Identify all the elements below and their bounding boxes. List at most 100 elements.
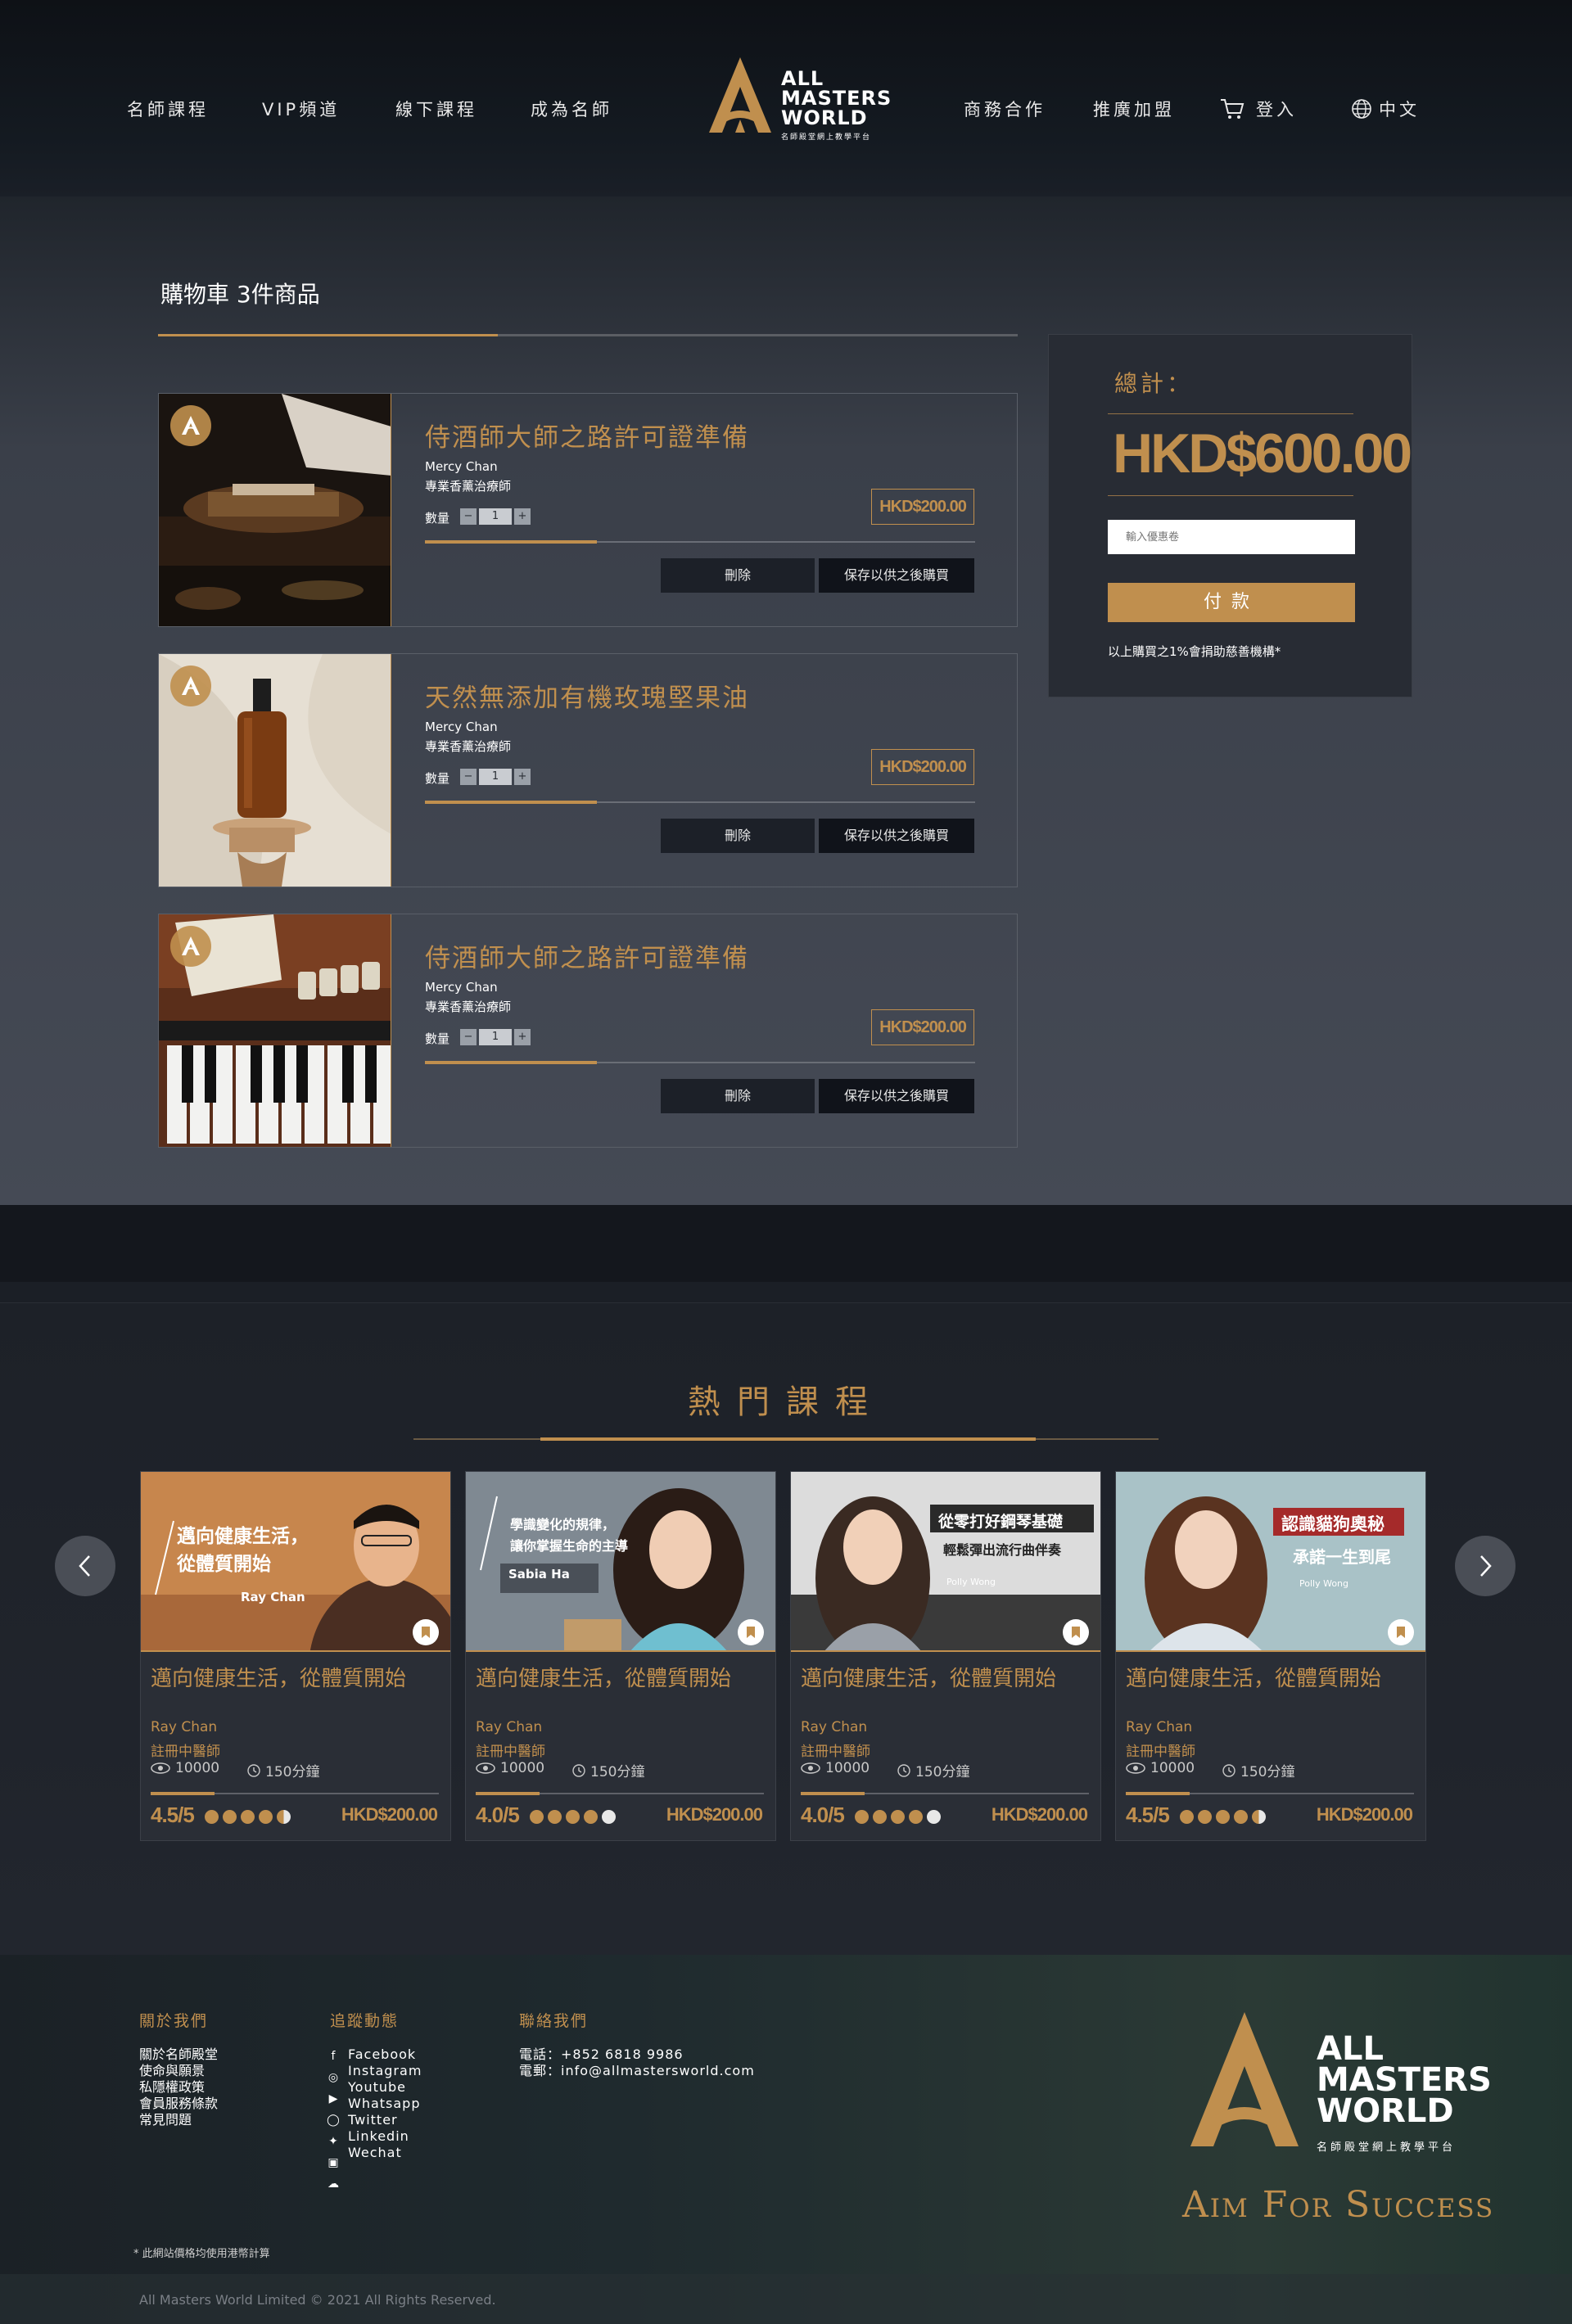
- quantity-stepper: − 1 +: [460, 508, 531, 526]
- item-title[interactable]: 侍酒師大師之路許可證準備: [425, 417, 749, 454]
- footer-link[interactable]: 會員服務條款: [139, 2096, 218, 2112]
- whatsapp-link[interactable]: Whatsapp: [348, 2096, 422, 2112]
- save-for-later-button[interactable]: 保存以供之後購買: [819, 558, 974, 593]
- instagram-link[interactable]: Instagram: [348, 2063, 422, 2079]
- eye-icon: [151, 1762, 170, 1774]
- course-price: HKD$200.00: [991, 1804, 1088, 1825]
- twitter-icon[interactable]: ✦: [326, 2134, 341, 2149]
- save-for-later-button[interactable]: 保存以供之後購買: [819, 1079, 974, 1113]
- qty-value[interactable]: 1: [479, 508, 512, 525]
- qty-plus-button[interactable]: +: [514, 508, 531, 525]
- course-views: 10000: [476, 1760, 544, 1776]
- footer-link[interactable]: 關於名師殿堂: [139, 2046, 218, 2063]
- course-thumbnail[interactable]: 邁向健康生活， 從體質開始 Ray Chan: [141, 1472, 450, 1652]
- nav-cart-login[interactable]: 登入: [1220, 97, 1297, 121]
- course-thumbnail[interactable]: 學識變化的規律， 讓你掌握生命的主導 Sabia Ha: [466, 1472, 775, 1652]
- nav-become-master[interactable]: 成為名師: [531, 97, 612, 121]
- footer-link[interactable]: 使命與願景: [139, 2063, 218, 2079]
- summary-divider: [1108, 413, 1353, 414]
- item-role: 專業香薰治療師: [425, 1000, 512, 1014]
- facebook-link[interactable]: Facebook: [348, 2046, 422, 2063]
- popular-courses-title: 熱門課程: [688, 1383, 884, 1421]
- whatsapp-icon[interactable]: ◯: [326, 2113, 341, 2128]
- bookmark-icon[interactable]: [413, 1619, 439, 1645]
- nav-masters-courses[interactable]: 名師課程: [127, 97, 209, 121]
- youtube-icon[interactable]: ▶: [326, 2092, 341, 2106]
- carousel-next-button[interactable]: [1455, 1536, 1516, 1596]
- nav-business[interactable]: 商務合作: [964, 97, 1046, 121]
- bookmark-icon[interactable]: [1388, 1619, 1414, 1645]
- clock-icon: [572, 1763, 585, 1777]
- bookmark-icon[interactable]: [738, 1619, 764, 1645]
- qty-minus-button[interactable]: −: [460, 1029, 477, 1045]
- course-duration: 150分鐘: [897, 1760, 969, 1780]
- delete-button[interactable]: 刪除: [661, 819, 815, 853]
- contact-phone[interactable]: 電話：+852 6818 9986: [519, 2046, 755, 2063]
- rating-stars: [855, 1810, 941, 1824]
- total-label: 總計：: [1114, 370, 1194, 397]
- nav-offline-courses[interactable]: 線下課程: [395, 97, 477, 121]
- course-card[interactable]: 認識貓狗奧秘 承諾一生到尾 Polly Wong 邁向健康生活，從體質開始 Ra…: [1115, 1471, 1426, 1841]
- course-card[interactable]: 學識變化的規律， 讓你掌握生命的主導 Sabia Ha 邁向健康生活，從體質開始…: [465, 1471, 776, 1841]
- delete-button[interactable]: 刪除: [661, 1079, 815, 1113]
- wechat-link[interactable]: Wechat: [348, 2145, 422, 2161]
- instagram-icon[interactable]: ◎: [326, 2070, 341, 2085]
- clock-icon: [1222, 1763, 1235, 1777]
- qty-minus-button[interactable]: −: [460, 769, 477, 785]
- course-card[interactable]: 邁向健康生活， 從體質開始 Ray Chan 邁向健康生活，從體質開始 Ray …: [140, 1471, 451, 1841]
- carousel-prev-button[interactable]: [55, 1536, 115, 1596]
- language-switcher[interactable]: 中文: [1351, 97, 1420, 121]
- facebook-icon[interactable]: f: [326, 2049, 341, 2064]
- nav-vip-channel[interactable]: VIP頻道: [262, 97, 340, 121]
- login-link[interactable]: 登入: [1256, 97, 1297, 121]
- item-title[interactable]: 天然無添加有機玫瑰堅果油: [425, 677, 749, 714]
- course-title[interactable]: 邁向健康生活，從體質開始: [1126, 1662, 1381, 1692]
- save-for-later-button[interactable]: 保存以供之後購買: [819, 819, 974, 853]
- course-thumbnail[interactable]: 從零打好鋼琴基礎 輕鬆彈出流行曲伴奏 Polly Wong: [791, 1472, 1100, 1652]
- chevron-right-icon: [1480, 1555, 1492, 1577]
- linkedin-link[interactable]: Linkedin: [348, 2128, 422, 2145]
- rating-star-icon: [909, 1810, 923, 1824]
- course-title[interactable]: 邁向健康生活，從體質開始: [476, 1662, 731, 1692]
- rating-star-icon: [548, 1810, 562, 1824]
- linkedin-icon[interactable]: ▣: [326, 2155, 341, 2170]
- brand-badge-icon: [170, 926, 211, 967]
- quantity-stepper: − 1 +: [460, 1029, 531, 1047]
- item-title[interactable]: 侍酒師大師之路許可證準備: [425, 937, 749, 974]
- bookmark-icon[interactable]: [1063, 1619, 1089, 1645]
- eye-icon: [801, 1762, 820, 1774]
- qty-value[interactable]: 1: [479, 769, 512, 785]
- coupon-input[interactable]: [1108, 520, 1355, 554]
- site-logo[interactable]: ALL MASTERS WORLD 名師殿堂網上教學平台: [702, 54, 891, 144]
- delete-button[interactable]: 刪除: [661, 558, 815, 593]
- course-teacher: Ray Chan: [151, 1719, 218, 1735]
- qty-plus-button[interactable]: +: [514, 769, 531, 785]
- logo-a-mark-icon: [709, 57, 771, 133]
- rating-star-icon: [873, 1810, 887, 1824]
- contact-email[interactable]: 電郵：info@allmastersworld.com: [519, 2063, 755, 2079]
- footer-link[interactable]: 私隱權政策: [139, 2079, 218, 2096]
- pay-button[interactable]: 付款: [1108, 583, 1355, 622]
- course-teacher-role: 註冊中醫師: [476, 1744, 545, 1760]
- nav-affiliate[interactable]: 推廣加盟: [1093, 97, 1175, 121]
- course-title[interactable]: 邁向健康生活，從體質開始: [151, 1662, 406, 1692]
- item-thumbnail[interactable]: [159, 654, 391, 887]
- eye-icon: [476, 1762, 495, 1774]
- rating-star-icon: [855, 1810, 869, 1824]
- twitter-link[interactable]: Twitter: [348, 2112, 422, 2128]
- item-teacher: Mercy Chan: [425, 980, 498, 995]
- wechat-icon[interactable]: ☁: [326, 2177, 341, 2191]
- card-divider: [476, 1792, 764, 1795]
- item-thumbnail[interactable]: [159, 914, 391, 1147]
- rating-stars: [530, 1810, 616, 1824]
- cart-icon[interactable]: [1220, 98, 1244, 120]
- youtube-link[interactable]: Youtube: [348, 2079, 422, 2096]
- course-thumbnail[interactable]: 認識貓狗奧秘 承諾一生到尾 Polly Wong: [1116, 1472, 1425, 1652]
- footer-link[interactable]: 常見問題: [139, 2112, 218, 2128]
- course-card[interactable]: 從零打好鋼琴基礎 輕鬆彈出流行曲伴奏 Polly Wong 邁向健康生活，從體質…: [790, 1471, 1101, 1841]
- qty-minus-button[interactable]: −: [460, 508, 477, 525]
- course-title[interactable]: 邁向健康生活，從體質開始: [801, 1662, 1056, 1692]
- qty-plus-button[interactable]: +: [514, 1029, 531, 1045]
- qty-value[interactable]: 1: [479, 1029, 512, 1045]
- item-thumbnail[interactable]: [159, 394, 391, 626]
